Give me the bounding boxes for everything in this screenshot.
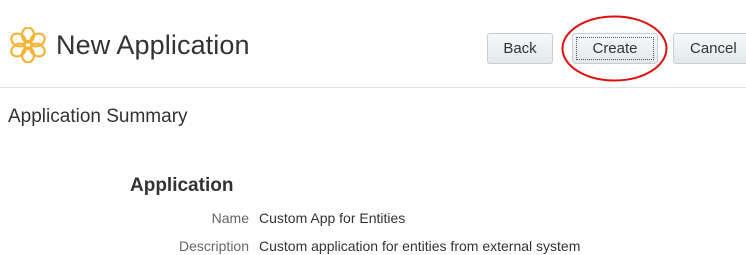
description-label: Description [178, 238, 249, 254]
page-header: New Application Back Create Cancel [0, 0, 746, 88]
name-label: Name [211, 210, 249, 226]
focus-outline [576, 37, 654, 60]
back-button[interactable]: Back [487, 33, 553, 64]
application-flower-icon [10, 27, 46, 63]
page-title: New Application [56, 30, 250, 60]
description-value: Custom application for entities from ext… [259, 238, 581, 254]
create-button[interactable]: Create [572, 33, 658, 64]
cancel-button[interactable]: Cancel [673, 33, 746, 64]
name-value: Custom App for Entities [259, 210, 406, 226]
section-title: Application Summary [8, 106, 188, 127]
group-heading: Application [130, 175, 234, 196]
header-divider [0, 87, 746, 88]
